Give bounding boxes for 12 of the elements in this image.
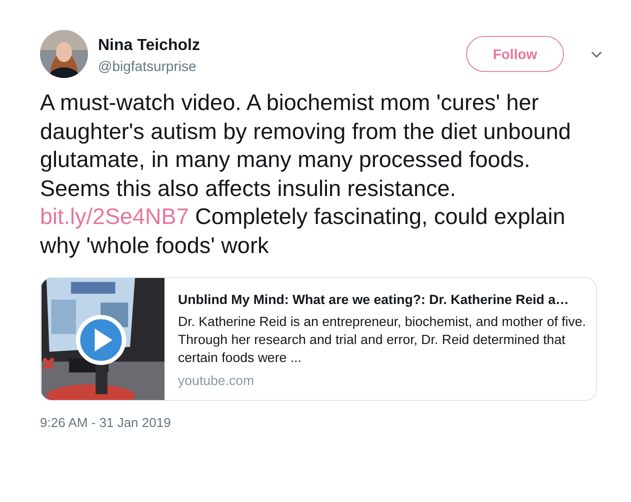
tweet-text: A must-watch video. A biochemist mom 'cures' her daughter's autism by removing from the diet unbound glutamate, in many many many processed foods. Seems this also affects insulin resistance. bit.ly/2Se4NB7 Completely fascinating, could explain why 'whole foods' work [40, 89, 572, 260]
user-handle[interactable]: @bigfatsurprise [98, 58, 466, 74]
card-description: Dr. Katherine Reid is an entrepreneur, biochemist, and mother of five. Through her research and trial and error, Dr. Reid determined that certain foods were ... [178, 312, 586, 367]
link[interactable]: bit.ly/2Se4NB7 [40, 204, 189, 230]
chevron-down-icon[interactable] [590, 50, 603, 58]
follow-button[interactable]: Follow [466, 36, 564, 72]
card-domain: youtube.com [178, 372, 256, 388]
user-name[interactable]: Nina Teicholz [98, 36, 466, 54]
card-title: Unblind My Mind: What are we eating?: Dr. Katherine Reid a… [178, 292, 570, 307]
link-card[interactable] [40, 276, 597, 401]
avatar[interactable] [40, 30, 88, 78]
timestamp[interactable]: 9:26 AM - 31 Jan 2019 [40, 414, 631, 430]
